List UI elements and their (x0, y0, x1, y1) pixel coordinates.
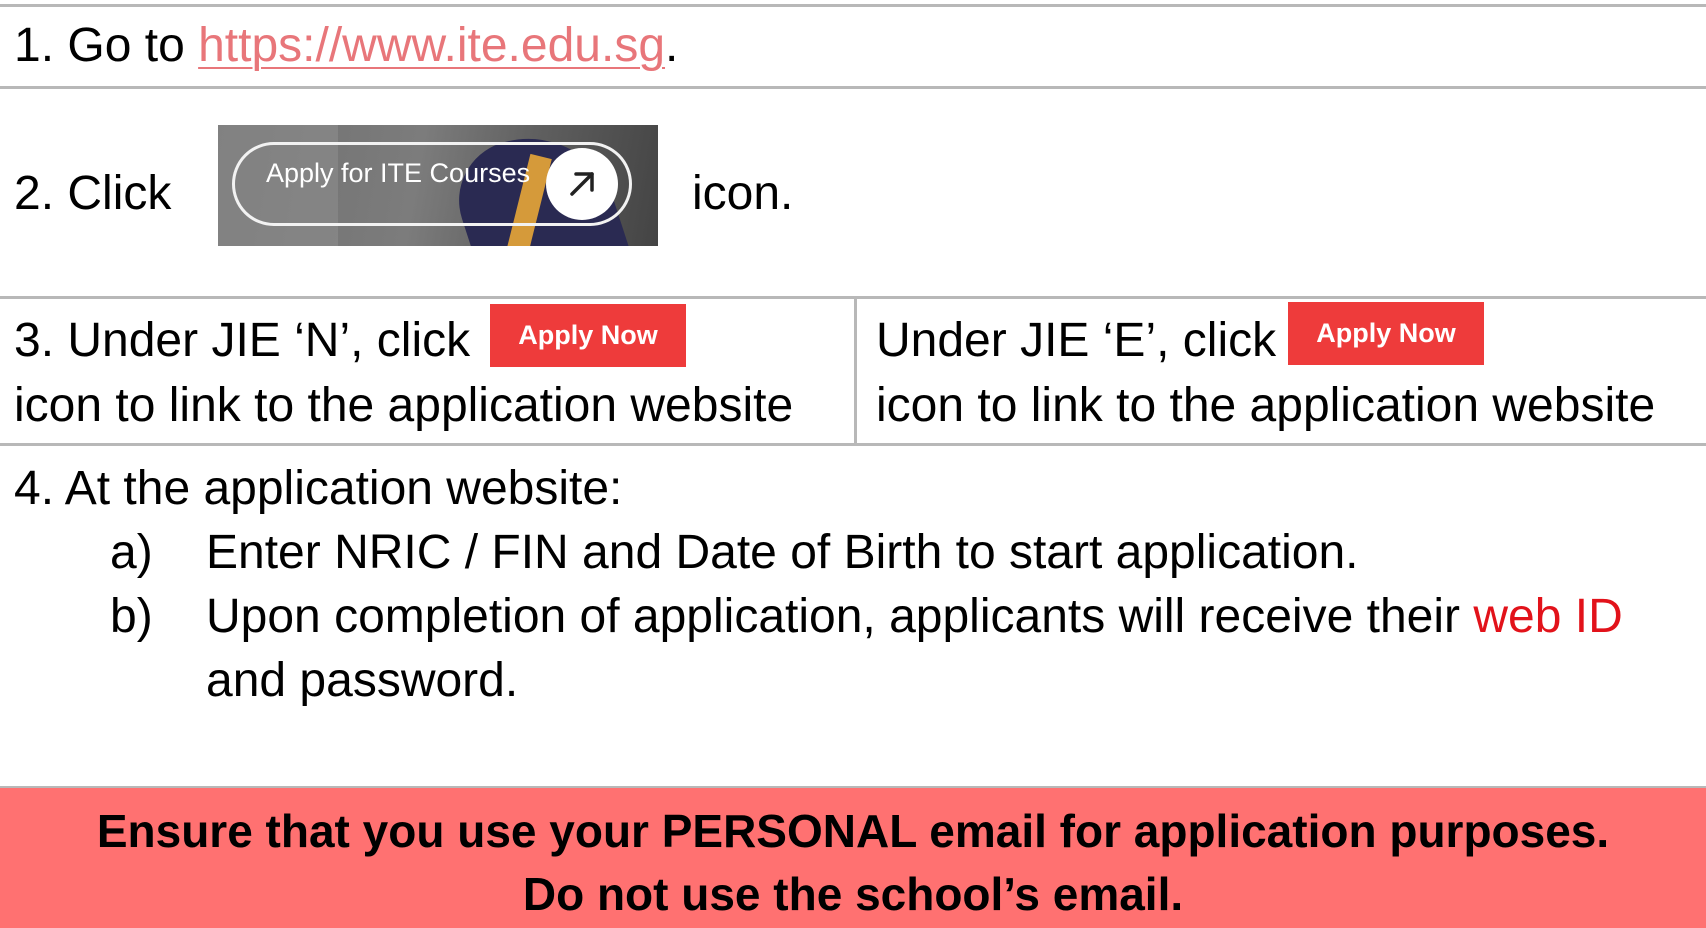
step-4-item-a-marker: a) (110, 526, 153, 579)
divider (0, 443, 1706, 446)
instruction-slide: 1. Go to https://www.ite.edu.sg. 2. Clic… (0, 0, 1706, 928)
column-divider (854, 298, 857, 446)
divider (0, 4, 1706, 7)
step-2-suffix: icon. (692, 167, 794, 220)
step-1-suffix: . (665, 19, 679, 72)
step-3-right-line1: Under JIE ‘E’, click (876, 314, 1277, 367)
step-4-item-b-text: Upon completion of application, applican… (206, 590, 1474, 643)
step-3-left-line2: icon to link to the application website (14, 379, 794, 432)
step-1-prefix: 1. Go to (14, 19, 199, 72)
web-id-highlight: web ID (1473, 590, 1623, 643)
step-3-left-line1: 3. Under JIE ‘N’, click (14, 314, 471, 367)
apply-now-button-jie-n[interactable]: Apply Now (490, 304, 686, 367)
divider (0, 296, 1706, 299)
notice-line-1: Ensure that you use your PERSONAL email … (96, 805, 1610, 857)
apply-for-ite-courses-label: Apply for ITE Courses (266, 158, 531, 188)
apply-for-ite-courses-button[interactable]: Apply for ITE Courses (218, 125, 658, 246)
step-4-item-a-text: Enter NRIC / FIN and Date of Birth to st… (206, 526, 1359, 579)
divider (0, 86, 1706, 89)
step-1: 1. Go to https://www.ite.edu.sg. (14, 17, 678, 75)
step-4-item-b-line1: Upon completion of application, applican… (206, 588, 1623, 646)
ite-website-link[interactable]: https://www.ite.edu.sg (198, 19, 665, 72)
arrow-up-right-icon (570, 172, 594, 196)
step-2-prefix: 2. Click (14, 167, 172, 220)
email-notice-banner: Ensure that you use your PERSONAL email … (0, 786, 1706, 928)
step-4-heading: 4. At the application website: (14, 462, 623, 515)
step-3-right-line2: icon to link to the application website (876, 379, 1656, 432)
arrow-circle (546, 148, 618, 220)
apply-now-button-jie-e[interactable]: Apply Now (1288, 302, 1484, 365)
step-4-item-b-marker: b) (110, 590, 153, 643)
notice-line-2: Do not use the school’s email. (522, 868, 1184, 920)
step-4-item-b-line2: and password. (206, 654, 519, 707)
